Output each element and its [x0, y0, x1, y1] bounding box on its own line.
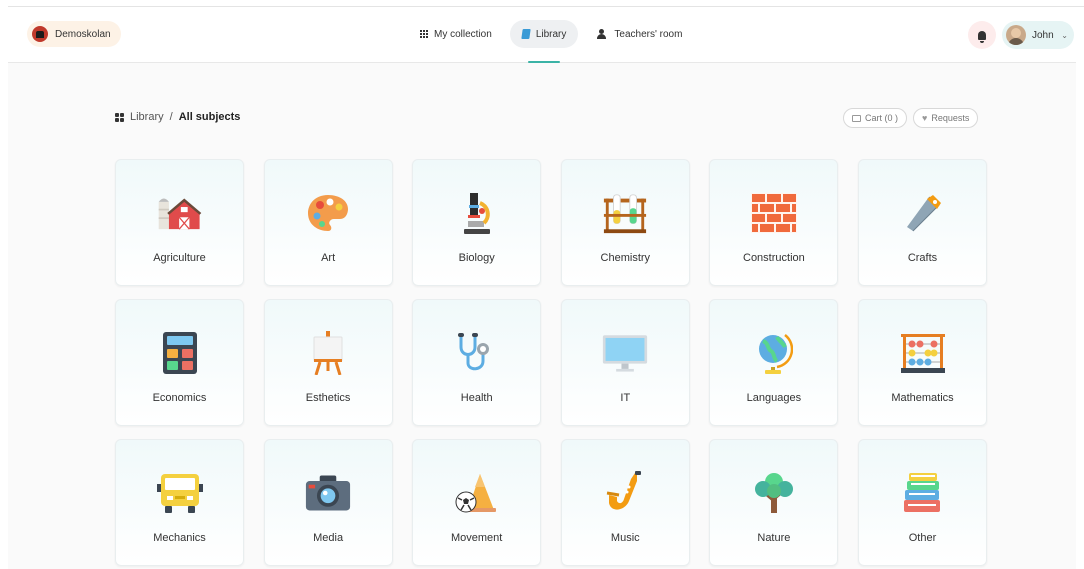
notifications-button[interactable]	[968, 21, 996, 49]
subject-card-media[interactable]: Media	[263, 439, 393, 566]
subject-label: Other	[908, 532, 937, 544]
subject-card-chemistry[interactable]: Chemistry	[560, 159, 690, 286]
subject-label: Mechanics	[153, 532, 206, 544]
easel-icon	[305, 330, 351, 376]
people-icon	[596, 29, 608, 39]
saxophone-icon	[602, 470, 648, 516]
subject-grid: Agriculture Art Biology Chemistry Constructi…	[115, 159, 987, 569]
subject-label: Music	[610, 532, 640, 544]
book-icon	[521, 29, 531, 39]
subject-label: Mathematics	[891, 392, 954, 404]
breadcrumb-separator: /	[169, 111, 173, 123]
barn-icon	[157, 190, 203, 236]
grid-icon	[115, 112, 124, 122]
library-actions: Cart (0 ) ♥ Requests	[843, 108, 979, 128]
breadcrumb-current: All subjects	[178, 111, 241, 123]
subject-card-art[interactable]: Art	[263, 159, 393, 286]
subject-card-nature[interactable]: Nature	[709, 439, 839, 566]
bus-icon	[156, 470, 203, 516]
cart-button[interactable]: Cart (0 )	[843, 108, 908, 128]
books-icon	[900, 470, 946, 516]
requests-button[interactable]: ♥ Requests	[913, 108, 979, 128]
subject-card-construction[interactable]: Construction	[709, 159, 839, 286]
calculator-icon	[157, 330, 203, 376]
avatar	[1006, 25, 1026, 45]
breadcrumb-root[interactable]: Library	[130, 111, 164, 123]
nav-label: Library	[535, 28, 567, 40]
nav-library[interactable]: Library	[509, 20, 579, 63]
subject-label: Languages	[746, 392, 802, 404]
subject-card-movement[interactable]: Movement	[412, 439, 542, 566]
subject-label: Economics	[152, 392, 207, 404]
nav-label: Teachers' room	[614, 28, 683, 40]
nav-my-collection[interactable]: My collection	[408, 20, 504, 48]
bell-icon	[978, 30, 986, 43]
subject-card-music[interactable]: Music	[560, 439, 690, 566]
globe-icon	[751, 330, 797, 376]
abacus-icon	[900, 330, 946, 376]
school-logo-icon	[32, 26, 48, 42]
requests-label: Requests	[931, 113, 970, 123]
main-content: Library / All subjects Cart (0 ) ♥ Reque…	[8, 63, 1076, 569]
subject-label: IT	[620, 392, 631, 404]
subject-label: Biology	[458, 252, 495, 264]
school-name: Demoskolan	[55, 28, 111, 40]
grid-icon	[420, 30, 428, 38]
subject-card-biology[interactable]: Biology	[412, 159, 542, 286]
camera-icon	[305, 470, 351, 516]
subject-card-agriculture[interactable]: Agriculture	[115, 159, 244, 286]
subject-label: Chemistry	[600, 252, 651, 264]
subject-card-economics[interactable]: Economics	[115, 299, 244, 426]
user-name: John	[1032, 29, 1054, 41]
subject-label: Health	[460, 392, 493, 404]
main-nav: My collection Library Teachers' room	[408, 20, 694, 63]
nav-teachers-room[interactable]: Teachers' room	[584, 20, 694, 48]
subject-card-languages[interactable]: Languages	[709, 299, 839, 426]
subject-card-crafts[interactable]: Crafts	[858, 159, 987, 286]
cart-label: Cart (0 )	[865, 113, 899, 123]
subject-label: Nature	[757, 532, 791, 544]
subject-label: Media	[313, 532, 344, 544]
cart-icon	[852, 114, 861, 122]
heart-icon: ♥	[922, 113, 928, 123]
subject-card-esthetics[interactable]: Esthetics	[263, 299, 393, 426]
nav-label: My collection	[434, 28, 492, 40]
sports-icon	[454, 470, 500, 516]
user-menu[interactable]: John ⌄	[1002, 21, 1074, 49]
monitor-icon	[602, 330, 648, 376]
subject-label: Crafts	[907, 252, 938, 264]
subject-card-health[interactable]: Health	[412, 299, 542, 426]
test-tubes-icon	[602, 190, 648, 236]
top-bar: Demoskolan My collection Library Teacher…	[8, 7, 1076, 63]
subject-label: Esthetics	[305, 392, 351, 404]
brick-wall-icon	[750, 190, 797, 236]
subject-label: Construction	[743, 252, 805, 264]
subject-card-it[interactable]: IT	[560, 299, 690, 426]
stethoscope-icon	[454, 330, 500, 376]
subject-label: Movement	[451, 532, 503, 544]
subject-label: Art	[321, 252, 336, 264]
microscope-icon	[454, 190, 500, 236]
palette-icon	[305, 190, 351, 236]
subject-card-other[interactable]: Other	[858, 439, 987, 566]
subject-card-mathematics[interactable]: Mathematics	[858, 299, 987, 426]
saw-icon	[900, 190, 946, 236]
tree-icon	[751, 470, 797, 516]
breadcrumb: Library / All subjects	[115, 111, 240, 123]
subject-label: Agriculture	[153, 252, 206, 264]
subject-card-mechanics[interactable]: Mechanics	[115, 439, 244, 566]
school-switcher[interactable]: Demoskolan	[27, 21, 121, 47]
chevron-down-icon: ⌄	[1061, 30, 1068, 40]
